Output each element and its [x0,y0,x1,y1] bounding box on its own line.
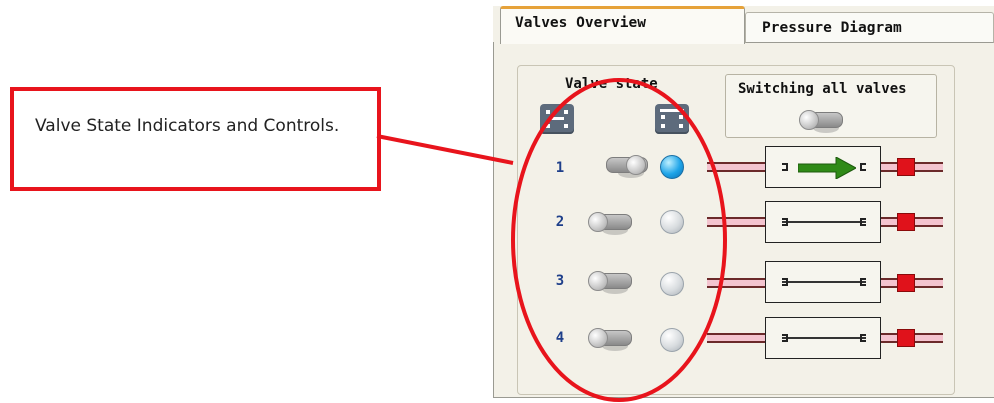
switch-all-valves-toggle[interactable] [799,107,847,133]
valve-2-toggle[interactable] [588,209,636,235]
annotation-callout-text: Valve State Indicators and Controls. [35,116,340,136]
valve-number: 2 [555,214,565,230]
valve-4-symbol [765,317,881,359]
valve-1-indicator-light [660,155,684,179]
valve-open-icon [655,104,689,134]
tab-pressure-diagram[interactable]: Pressure Diagram [745,12,994,43]
valve-3-indicator-light [660,272,684,296]
valve-1-pressure-marker [897,158,915,176]
valve-4-pressure-marker [897,329,915,347]
switch-all-valves-heading: Switching all valves [738,81,907,97]
valve-state-heading: Valve state [565,76,658,92]
valve-number: 4 [555,330,565,346]
valve-3-toggle[interactable] [588,268,636,294]
valve-4-indicator-light [660,328,684,352]
valve-3-symbol [765,261,881,303]
valve-4-toggle[interactable] [588,325,636,351]
valve-2-symbol [765,201,881,243]
tab-valves-overview[interactable]: Valves Overview [500,6,745,44]
valve-number: 3 [555,273,565,289]
valve-3-pressure-marker [897,274,915,292]
valve-closed-icon [540,104,574,134]
valve-1-toggle[interactable] [604,152,652,178]
valve-2-indicator-light [660,210,684,234]
valve-1-symbol [765,146,881,188]
annotation-callout-box: Valve State Indicators and Controls. [10,87,381,191]
valve-number: 1 [555,160,565,176]
valve-2-pressure-marker [897,213,915,231]
flow-arrow-icon [798,157,856,179]
